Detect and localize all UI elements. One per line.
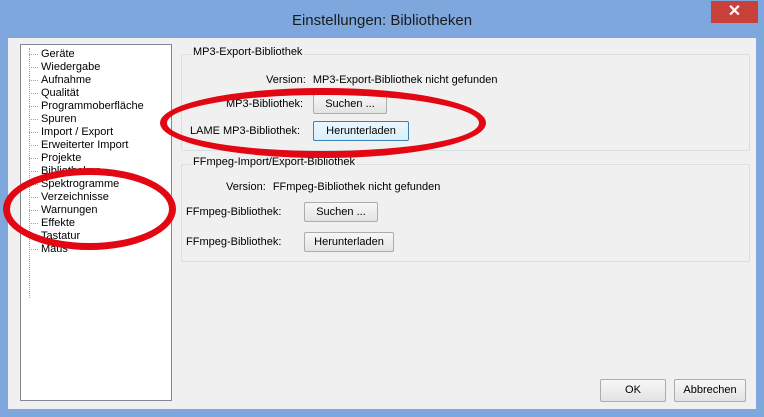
ffmpeg-lib-row-2: FFmpeg-Bibliothek: xyxy=(186,231,281,253)
mp3-version-label: Version: xyxy=(266,74,306,86)
ffmpeg-search-button[interactable]: Suchen ... xyxy=(304,202,378,222)
mp3-search-button[interactable]: Suchen ... xyxy=(313,94,387,114)
tree-item-bibliotheken[interactable]: Bibliotheken xyxy=(21,165,171,178)
tree-item-spektrogramme[interactable]: Spektrogramme xyxy=(21,178,171,191)
tree-item-verzeichnisse[interactable]: Verzeichnisse xyxy=(21,191,171,204)
cancel-button[interactable]: Abbrechen xyxy=(674,379,746,402)
ffmpeg-version-label: Version: xyxy=(226,181,266,193)
mp3-version-value: MP3-Export-Bibliothek nicht gefunden xyxy=(312,74,498,86)
ffmpeg-version-value: FFmpeg-Bibliothek nicht gefunden xyxy=(272,181,441,193)
tree-item-maus[interactable]: Maus xyxy=(21,243,171,256)
ffmpeg-download-button[interactable]: Herunterladen xyxy=(304,232,394,252)
tree-item-qualitaet[interactable]: Qualität xyxy=(21,87,171,100)
tree-item-effekte[interactable]: Effekte xyxy=(21,217,171,230)
tree-item-spuren[interactable]: Spuren xyxy=(21,113,171,126)
ffmpeg-lib-label: FFmpeg-Bibliothek: xyxy=(186,206,282,218)
tree-item-projekte[interactable]: Projekte xyxy=(21,152,171,165)
settings-dialog: Einstellungen: Bibliotheken ✕ Geräte Wie… xyxy=(0,0,764,417)
title-bar[interactable]: Einstellungen: Bibliotheken ✕ xyxy=(0,0,764,38)
ffmpeg-library-group: FFmpeg-Import/Export-Bibliothek Version:… xyxy=(181,156,750,262)
ffmpeg-version-row: Version: FFmpeg-Bibliothek nicht gefunde… xyxy=(226,176,440,198)
mp3-lib-label: MP3-Bibliothek: xyxy=(226,98,304,110)
close-icon: ✕ xyxy=(727,3,742,20)
tree-item-programmoberflaeche[interactable]: Programmoberfläche xyxy=(21,100,171,113)
window-title: Einstellungen: Bibliotheken xyxy=(291,12,473,29)
mp3-lib-row: MP3-Bibliothek: xyxy=(226,93,303,115)
tree-item-aufnahme[interactable]: Aufnahme xyxy=(21,74,171,87)
tree-item-tastatur[interactable]: Tastatur xyxy=(21,230,171,243)
lame-row: LAME MP3-Bibliothek: xyxy=(190,120,300,142)
tree-item-import-export[interactable]: Import / Export xyxy=(21,126,171,139)
mp3-library-group: MP3-Export-Bibliothek Version: MP3-Expor… xyxy=(181,46,750,151)
ok-button[interactable]: OK xyxy=(600,379,666,402)
category-tree[interactable]: Geräte Wiedergabe Aufnahme Qualität Prog… xyxy=(20,44,172,401)
mp3-version-row: Version: MP3-Export-Bibliothek nicht gef… xyxy=(266,69,497,91)
dialog-client-area: Geräte Wiedergabe Aufnahme Qualität Prog… xyxy=(8,38,756,409)
ffmpeg-lib-row: FFmpeg-Bibliothek: xyxy=(186,201,281,223)
mp3-group-title: MP3-Export-Bibliothek xyxy=(191,46,305,58)
ffmpeg-lib-label-2: FFmpeg-Bibliothek: xyxy=(186,236,282,248)
tree-item-warnungen[interactable]: Warnungen xyxy=(21,204,171,217)
ffmpeg-group-title: FFmpeg-Import/Export-Bibliothek xyxy=(191,156,357,168)
close-button[interactable]: ✕ xyxy=(711,1,758,23)
tree-item-wiedergabe[interactable]: Wiedergabe xyxy=(21,61,171,74)
lame-label: LAME MP3-Bibliothek: xyxy=(190,125,301,137)
tree-item-geraete[interactable]: Geräte xyxy=(21,48,171,61)
tree-item-erweiterter-import[interactable]: Erweiterter Import xyxy=(21,139,171,152)
lame-download-button[interactable]: Herunterladen xyxy=(313,121,409,141)
